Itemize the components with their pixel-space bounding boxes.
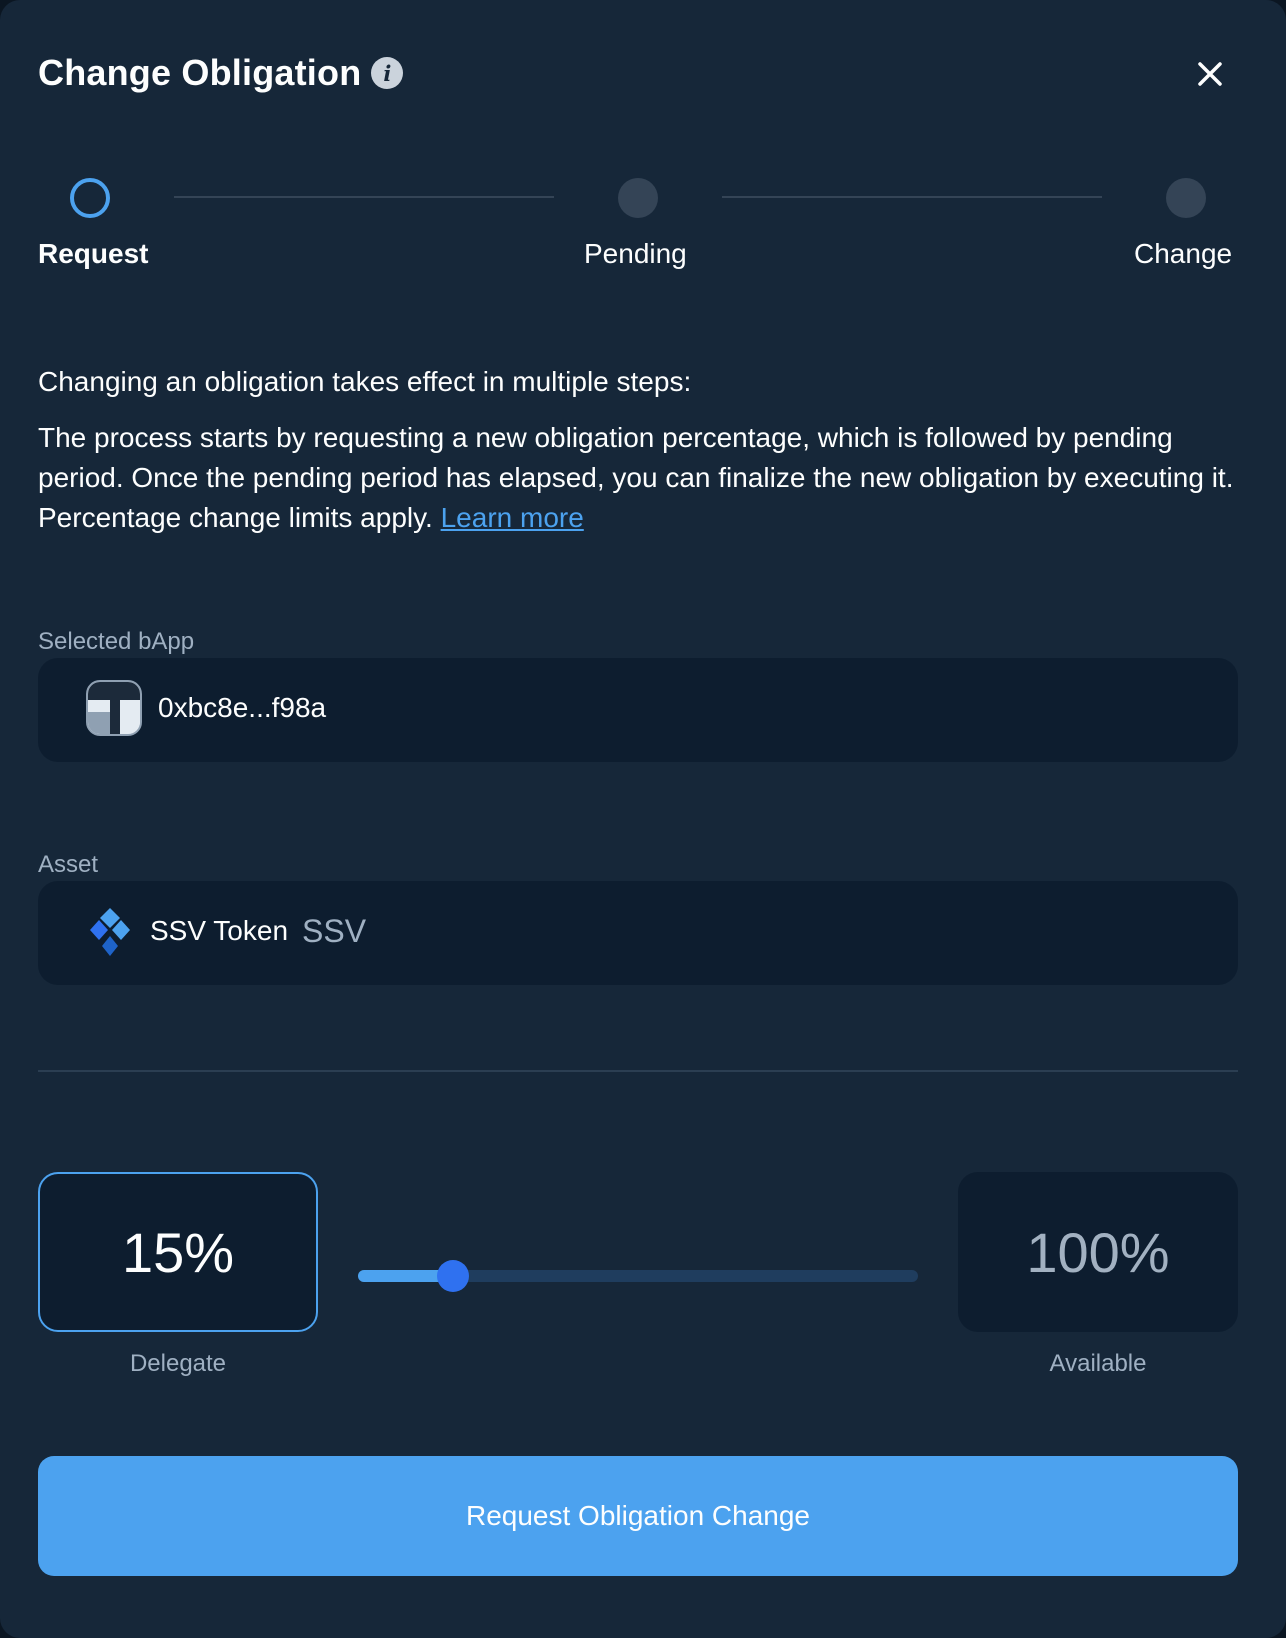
ssv-token-icon (90, 908, 130, 956)
step-label-change: Change (1134, 238, 1233, 269)
modal-header: Change Obligation i (38, 52, 404, 94)
request-obligation-change-button[interactable]: Request Obligation Change (38, 1456, 1238, 1576)
bapp-avatar-icon (88, 682, 140, 734)
delegate-caption: Delegate (129, 1350, 227, 1377)
description-text: The process starts by requesting a new o… (38, 422, 1234, 533)
available-caption: Available (1049, 1350, 1147, 1377)
step-indicator-pending (618, 178, 658, 218)
bapp-avatar (86, 680, 142, 736)
step-connector (722, 196, 1102, 198)
selected-bapp-value: 0xbc8e...f98a (158, 692, 327, 723)
info-icon[interactable]: i (371, 57, 404, 89)
step-label-pending: Pending (584, 238, 687, 269)
modal-title: Change Obligation (38, 52, 362, 93)
close-icon (1198, 62, 1222, 86)
step-indicator-request (70, 178, 110, 218)
close-button[interactable] (1192, 56, 1228, 92)
selected-bapp-label: Selected bApp (38, 628, 195, 655)
learn-more-link[interactable]: Learn more (441, 502, 584, 533)
asset-label: Asset (38, 851, 99, 878)
asset-symbol: SSV (302, 913, 367, 949)
divider (38, 1070, 1238, 1072)
slider-thumb[interactable] (437, 1260, 470, 1292)
step-label-request: Request (38, 238, 149, 269)
change-obligation-modal: Change Obligation i Request Pending Chan… (0, 0, 1286, 1638)
available-value: 100% (958, 1172, 1238, 1332)
delegate-input[interactable]: 15% (38, 1172, 318, 1332)
obligation-slider[interactable] (358, 1260, 918, 1292)
description-body: The process starts by requesting a new o… (38, 418, 1248, 538)
description-intro: Changing an obligation takes effect in m… (38, 366, 692, 397)
asset-name: SSV Token (150, 915, 289, 946)
step-connector (174, 196, 554, 198)
step-indicator-change (1166, 178, 1206, 218)
